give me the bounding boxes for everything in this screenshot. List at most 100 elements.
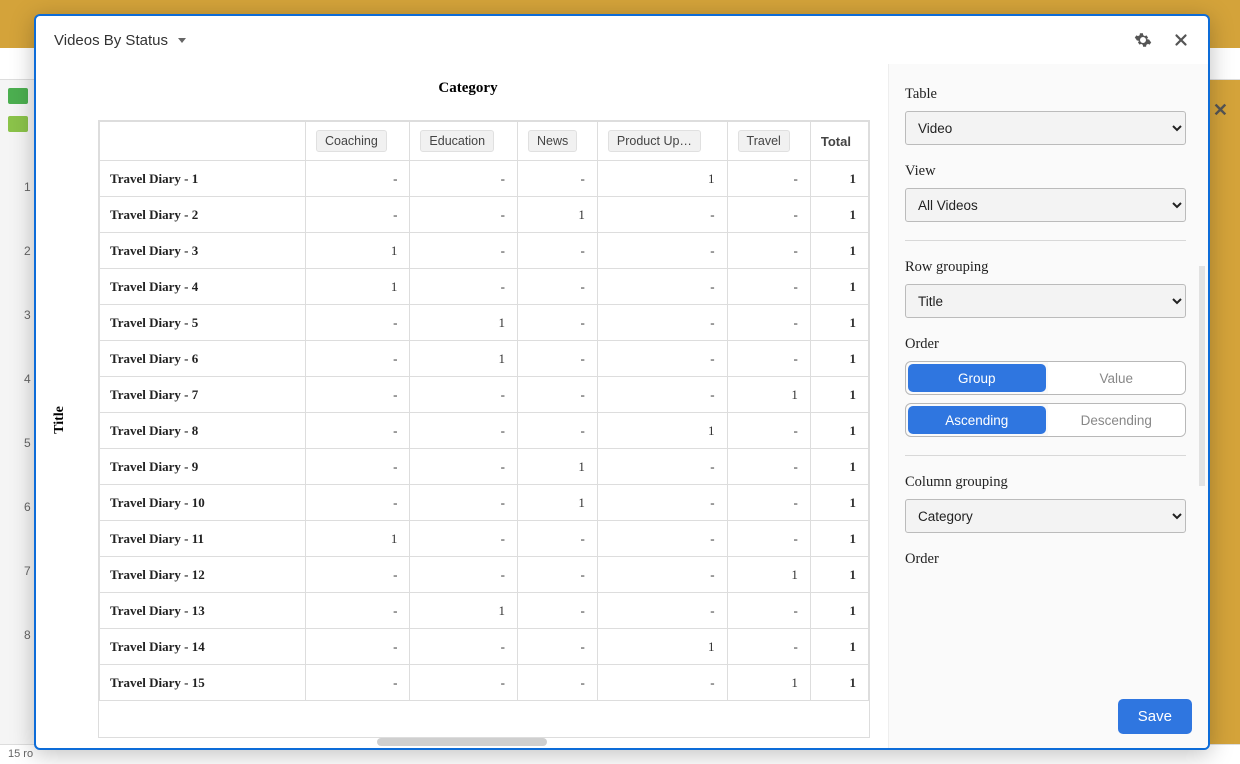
row-count: 15 ro — [8, 748, 33, 760]
close-icon[interactable] — [1172, 31, 1190, 49]
table-row[interactable]: Travel Diary - 13-1---1 — [100, 593, 869, 629]
column-header[interactable]: Product Up… — [597, 122, 727, 161]
cell: - — [410, 161, 518, 197]
row-axis-label: Title — [52, 406, 68, 434]
cell: 1 — [810, 197, 868, 233]
row-label: Travel Diary - 6 — [100, 341, 306, 377]
save-button[interactable]: Save — [1118, 699, 1192, 734]
row-label: Travel Diary - 3 — [100, 233, 306, 269]
cell: - — [306, 665, 410, 701]
column-header[interactable]: Travel — [727, 122, 810, 161]
cell: - — [306, 413, 410, 449]
table-row[interactable]: Travel Diary - 9--1--1 — [100, 449, 869, 485]
cell: - — [597, 665, 727, 701]
column-header[interactable]: Education — [410, 122, 518, 161]
row-grouping-select[interactable]: Title — [905, 284, 1186, 318]
cell: 1 — [410, 341, 518, 377]
cell: - — [306, 449, 410, 485]
vertical-scrollbar[interactable] — [1198, 74, 1206, 678]
table-select[interactable]: Video — [905, 111, 1186, 145]
cell: - — [306, 161, 410, 197]
order-asc-button[interactable]: Ascending — [908, 406, 1046, 434]
cell: - — [518, 521, 598, 557]
cell: - — [306, 377, 410, 413]
cell: - — [597, 593, 727, 629]
order-by-segment: Group Value — [905, 361, 1186, 395]
config-panel: Table Video View All Videos Row grouping… — [888, 64, 1208, 748]
row-label: Travel Diary - 4 — [100, 269, 306, 305]
view-label: View — [905, 163, 1186, 180]
cell: - — [597, 341, 727, 377]
cell: - — [518, 665, 598, 701]
pivot-table-wrap[interactable]: CoachingEducationNewsProduct Up…TravelTo… — [98, 120, 870, 738]
cell: - — [518, 269, 598, 305]
cell: - — [597, 485, 727, 521]
cell: - — [518, 377, 598, 413]
column-grouping-label: Column grouping — [905, 474, 1186, 491]
table-row[interactable]: Travel Diary - 41----1 — [100, 269, 869, 305]
cell: - — [597, 557, 727, 593]
cell: - — [306, 197, 410, 233]
view-select[interactable]: All Videos — [905, 188, 1186, 222]
cell: - — [410, 413, 518, 449]
table-row[interactable]: Travel Diary - 31----1 — [100, 233, 869, 269]
cell: - — [727, 269, 810, 305]
order-group-button[interactable]: Group — [908, 364, 1046, 392]
row-label: Travel Diary - 14 — [100, 629, 306, 665]
cell: - — [306, 593, 410, 629]
order-dir-segment: Ascending Descending — [905, 403, 1186, 437]
order-label: Order — [905, 336, 1186, 353]
panel-close-icon[interactable]: ✕ — [1213, 100, 1228, 121]
cell: - — [597, 233, 727, 269]
table-icon — [8, 88, 28, 104]
cell: - — [597, 521, 727, 557]
row-label: Travel Diary - 1 — [100, 161, 306, 197]
table-row[interactable]: Travel Diary - 7----11 — [100, 377, 869, 413]
cell: 1 — [810, 629, 868, 665]
cell: - — [518, 233, 598, 269]
cell: - — [727, 449, 810, 485]
row-label: Travel Diary - 11 — [100, 521, 306, 557]
order-desc-button[interactable]: Descending — [1048, 404, 1186, 436]
cell: 1 — [810, 485, 868, 521]
table-row[interactable]: Travel Diary - 14---1-1 — [100, 629, 869, 665]
table-row[interactable]: Travel Diary - 2--1--1 — [100, 197, 869, 233]
table-row[interactable]: Travel Diary - 10--1--1 — [100, 485, 869, 521]
cell: - — [727, 413, 810, 449]
table-row[interactable]: Travel Diary - 12----11 — [100, 557, 869, 593]
column-grouping-select[interactable]: Category — [905, 499, 1186, 533]
cell: 1 — [410, 305, 518, 341]
cell: 1 — [727, 557, 810, 593]
modal-title[interactable]: Videos By Status — [54, 32, 168, 49]
gear-icon[interactable] — [1134, 31, 1152, 49]
table-row[interactable]: Travel Diary - 6-1---1 — [100, 341, 869, 377]
column-header[interactable]: News — [518, 122, 598, 161]
cell: 1 — [727, 377, 810, 413]
cell: - — [410, 269, 518, 305]
cell: 1 — [810, 521, 868, 557]
order-value-button[interactable]: Value — [1048, 362, 1186, 394]
horizontal-scrollbar[interactable] — [377, 738, 547, 746]
cell: - — [306, 557, 410, 593]
cell: - — [518, 161, 598, 197]
column-header[interactable]: Coaching — [306, 122, 410, 161]
cell: 1 — [810, 557, 868, 593]
column-header[interactable]: Total — [810, 122, 868, 161]
cell: - — [727, 593, 810, 629]
cell: 1 — [810, 665, 868, 701]
cell: - — [410, 377, 518, 413]
row-label: Travel Diary - 9 — [100, 449, 306, 485]
cell: - — [410, 485, 518, 521]
cell: 1 — [727, 665, 810, 701]
table-row[interactable]: Travel Diary - 1---1-1 — [100, 161, 869, 197]
cell: 1 — [597, 413, 727, 449]
cell: - — [410, 557, 518, 593]
row-label: Travel Diary - 8 — [100, 413, 306, 449]
table-row[interactable]: Travel Diary - 5-1---1 — [100, 305, 869, 341]
column-axis-label: Category — [66, 80, 870, 97]
table-row[interactable]: Travel Diary - 8---1-1 — [100, 413, 869, 449]
table-row[interactable]: Travel Diary - 111----1 — [100, 521, 869, 557]
chevron-down-icon[interactable] — [178, 38, 186, 43]
table-row[interactable]: Travel Diary - 15----11 — [100, 665, 869, 701]
row-label: Travel Diary - 13 — [100, 593, 306, 629]
